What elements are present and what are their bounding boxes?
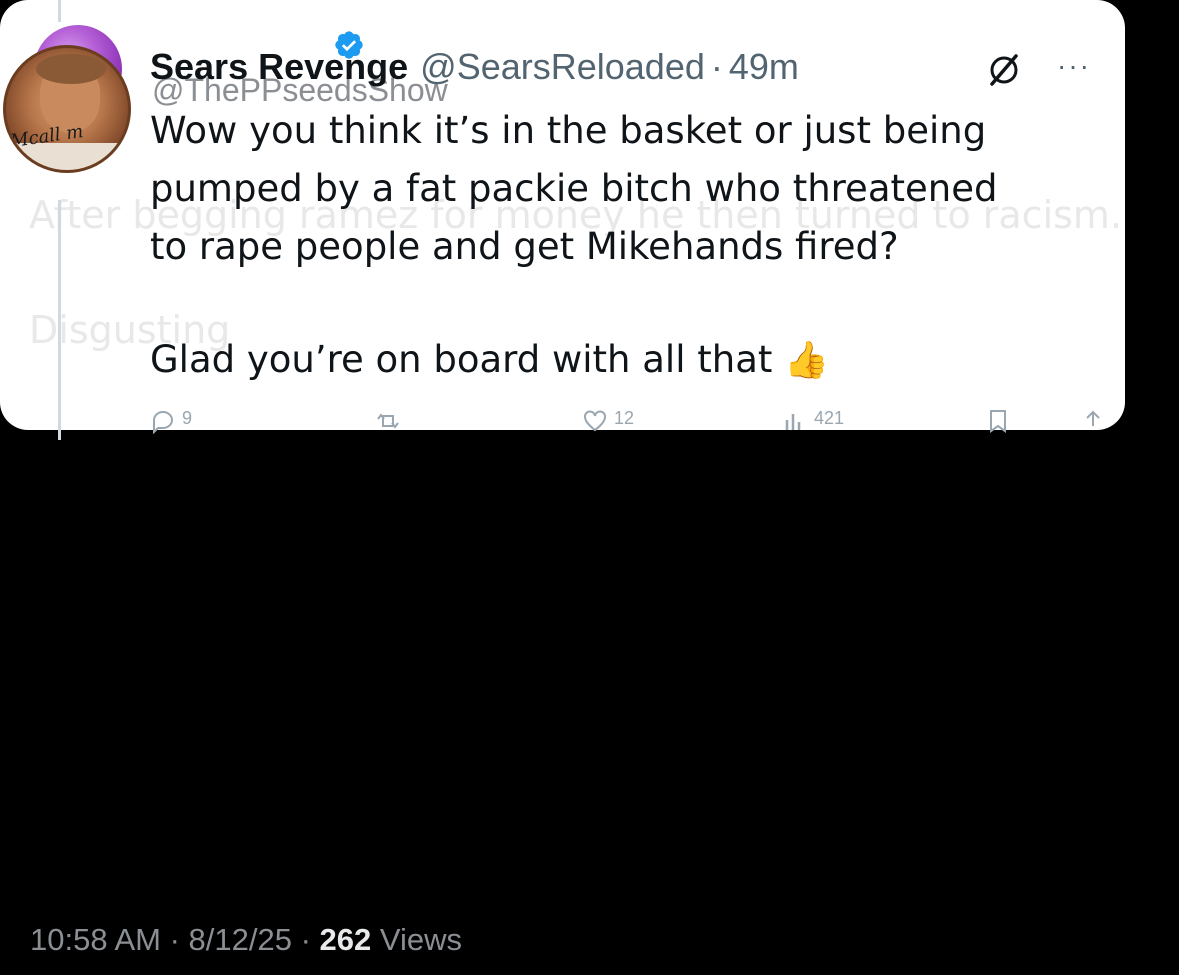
- tweet-meta: 10:58 AM · 8/12/25 · 262 Views: [30, 922, 462, 958]
- share-icon: [1086, 410, 1100, 426]
- quoted-action-bar: 9 12 421: [150, 408, 1100, 438]
- more-options-icon: ···: [1057, 50, 1091, 81]
- bookmark-icon: [990, 410, 1006, 433]
- meta-separator: ·: [291, 922, 320, 957]
- repost-action: [375, 408, 407, 434]
- views-label: Views: [371, 922, 463, 957]
- views-count-quoted: 421: [814, 408, 845, 428]
- quoted-author-avatar: Mcall m: [3, 45, 131, 173]
- meta-separator: ·: [160, 922, 189, 957]
- header-separator: ·: [710, 46, 723, 87]
- quoted-text-line-4: Glad you’re on board with all that 👍: [150, 338, 829, 381]
- like-icon: [584, 410, 606, 432]
- tweet-time[interactable]: 10:58 AM: [30, 922, 161, 957]
- quoted-author-name: Sears Revenge: [150, 46, 409, 87]
- quoted-text-line-2: pumped by a fat packie bitch who threate…: [150, 167, 998, 210]
- tweet-date[interactable]: 8/12/25: [189, 922, 292, 957]
- views-icon: [785, 414, 801, 430]
- views-count: 262: [319, 922, 372, 957]
- quoted-tweet-time: 49m: [728, 46, 799, 87]
- thumbs-up-emoji: 👍: [784, 340, 829, 381]
- share-action: [1080, 408, 1106, 434]
- quoted-text-line-4-text: Glad you’re on board with all that: [150, 338, 773, 381]
- reply-icon: [153, 411, 173, 434]
- views-action: 421: [782, 408, 845, 434]
- quoted-text-line-1: Wow you think it’s in the basket or just…: [150, 109, 987, 152]
- quoted-tweet-header: Sears Revenge @SearsReloaded · 49m: [150, 46, 799, 88]
- grok-icon: [990, 54, 1018, 86]
- quoted-text-line-3: to rape people and get Mikehands fired?: [150, 225, 899, 268]
- thread-line-top: [58, 0, 61, 22]
- reply-action: 9: [150, 408, 193, 434]
- reply-count: 9: [182, 408, 193, 428]
- bookmark-action: [985, 408, 1011, 434]
- repost-icon: [377, 413, 399, 429]
- like-count: 12: [614, 408, 635, 428]
- thread-line-bottom: [58, 200, 61, 440]
- quoted-author-handle: @SearsReloaded: [420, 46, 705, 87]
- like-action: 12: [582, 408, 635, 434]
